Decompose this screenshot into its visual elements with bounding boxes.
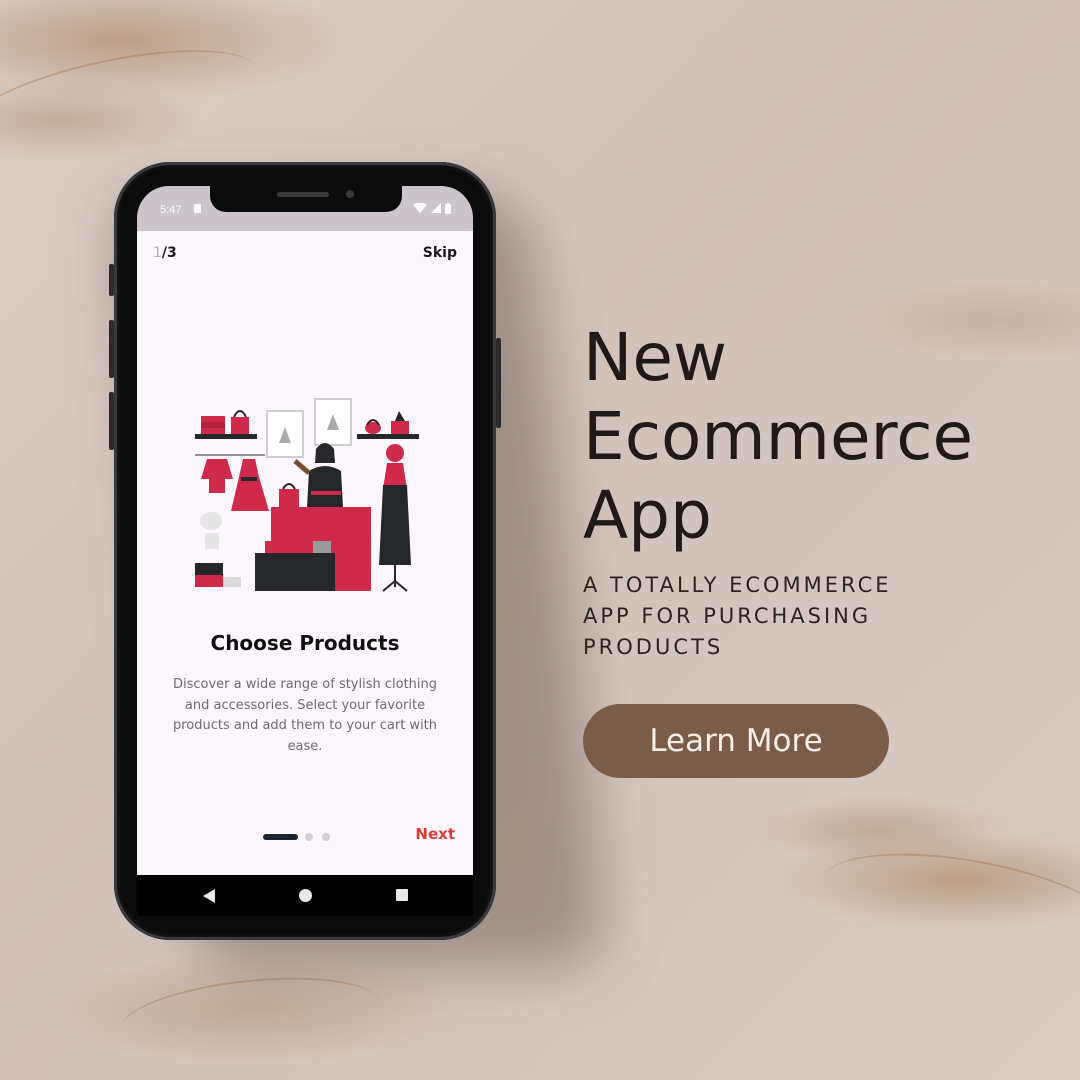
- headline-line: Ecommerce: [583, 398, 974, 475]
- status-icons: [412, 202, 451, 214]
- status-time: 5:47: [160, 204, 182, 216]
- headline-line: App: [583, 477, 712, 554]
- phone-screen: 5:47 1/3 Skip Choose Products Discover a…: [137, 186, 473, 916]
- skip-button[interactable]: Skip: [423, 245, 457, 261]
- headline-line: New: [583, 319, 727, 396]
- signal-icon: [430, 203, 441, 214]
- phone-notch: [210, 186, 402, 212]
- phone-side-button: [109, 392, 114, 450]
- back-icon[interactable]: [203, 889, 215, 903]
- notification-icon: [194, 204, 201, 213]
- page-indicator: 1/3: [153, 245, 177, 261]
- promo-subheadline: A TOTALLY ECOMMERCE APP FOR PURCHASING P…: [583, 570, 943, 663]
- phone-mockup: 5:47 1/3 Skip Choose Products Discover a…: [109, 162, 501, 940]
- subheadline-line: APP FOR PURCHASING: [583, 604, 872, 628]
- shop-illustration: [195, 398, 419, 592]
- carousel-dot: [322, 833, 330, 841]
- android-nav-bar: [137, 875, 473, 916]
- home-icon[interactable]: [299, 889, 312, 902]
- marble-vein: [116, 966, 384, 1066]
- marble-vein: [814, 834, 1080, 978]
- phone-side-button: [109, 320, 114, 378]
- promo-headline: New Ecommerce App: [583, 318, 1063, 555]
- page-current: 1: [153, 245, 162, 261]
- onboarding-screen: 1/3 Skip Choose Products Discover a wide…: [137, 231, 473, 875]
- marble-vein: [0, 29, 266, 173]
- battery-icon: [445, 202, 451, 214]
- recents-icon[interactable]: [396, 889, 408, 901]
- camera-icon: [346, 190, 354, 198]
- page-total: /3: [161, 245, 177, 261]
- subheadline-line: PRODUCTS: [583, 635, 724, 659]
- next-button[interactable]: Next: [415, 825, 455, 843]
- phone-side-button: [496, 338, 501, 428]
- carousel-dot: [305, 833, 313, 841]
- subheadline-line: A TOTALLY ECOMMERCE: [583, 573, 892, 597]
- speaker-grille: [277, 192, 329, 197]
- wifi-icon: [412, 202, 427, 214]
- onboarding-description: Discover a wide range of stylish clothin…: [172, 677, 438, 754]
- phone-side-button: [109, 264, 114, 296]
- onboarding-title: Choose Products: [210, 631, 400, 655]
- learn-more-button[interactable]: Learn More: [583, 704, 889, 778]
- carousel-dot-active: [263, 834, 298, 840]
